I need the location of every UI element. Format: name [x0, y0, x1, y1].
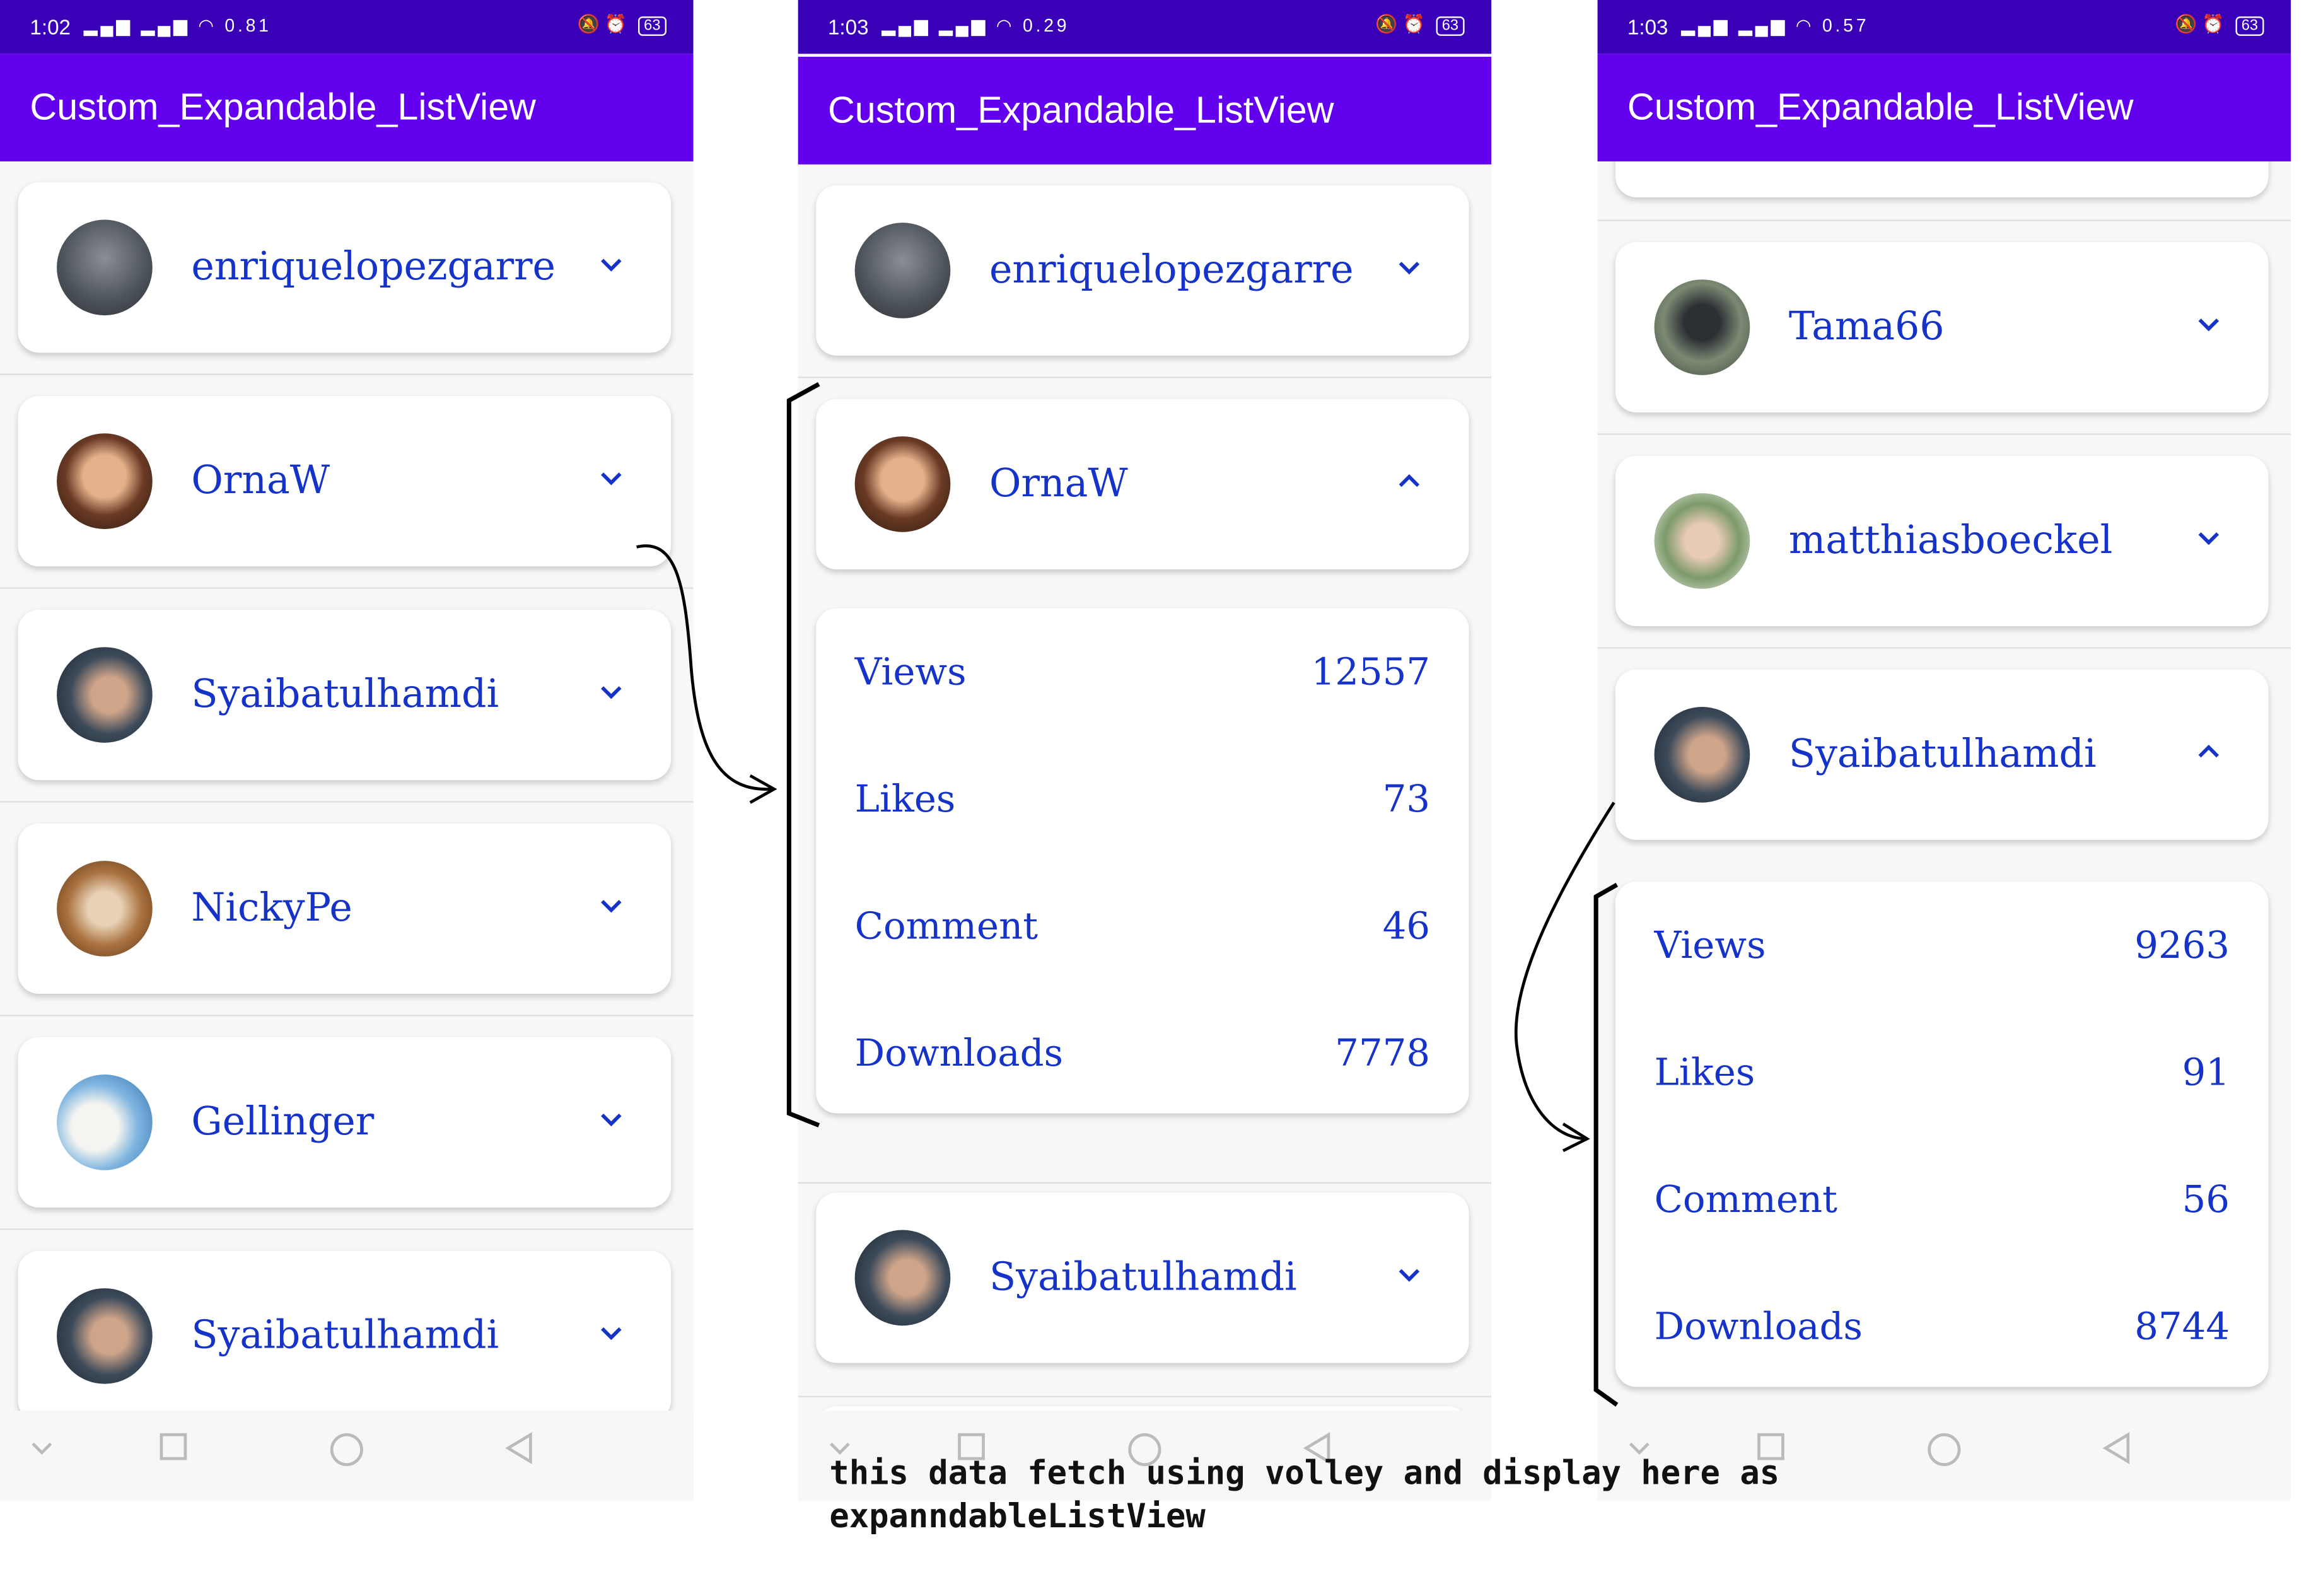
annotation-arrow [1515, 801, 1615, 1141]
annotation-bracket [786, 382, 820, 1127]
annotation-caption: this data fetch using volley and display… [829, 1453, 1779, 1539]
screenshot-stage: 1:02 ▂▄▆ ▂▄▆ ◠ 0.81 🔕 ⏰ 63 Custom_Expand… [0, 0, 2304, 1596]
caption-line: expanndableListView [829, 1499, 1206, 1537]
annotation-arrow [636, 544, 772, 791]
annotation-bracket [1593, 882, 1619, 1407]
caption-line: this data fetch using volley and display… [829, 1455, 1780, 1493]
annotation-overlay [636, 382, 1619, 1407]
